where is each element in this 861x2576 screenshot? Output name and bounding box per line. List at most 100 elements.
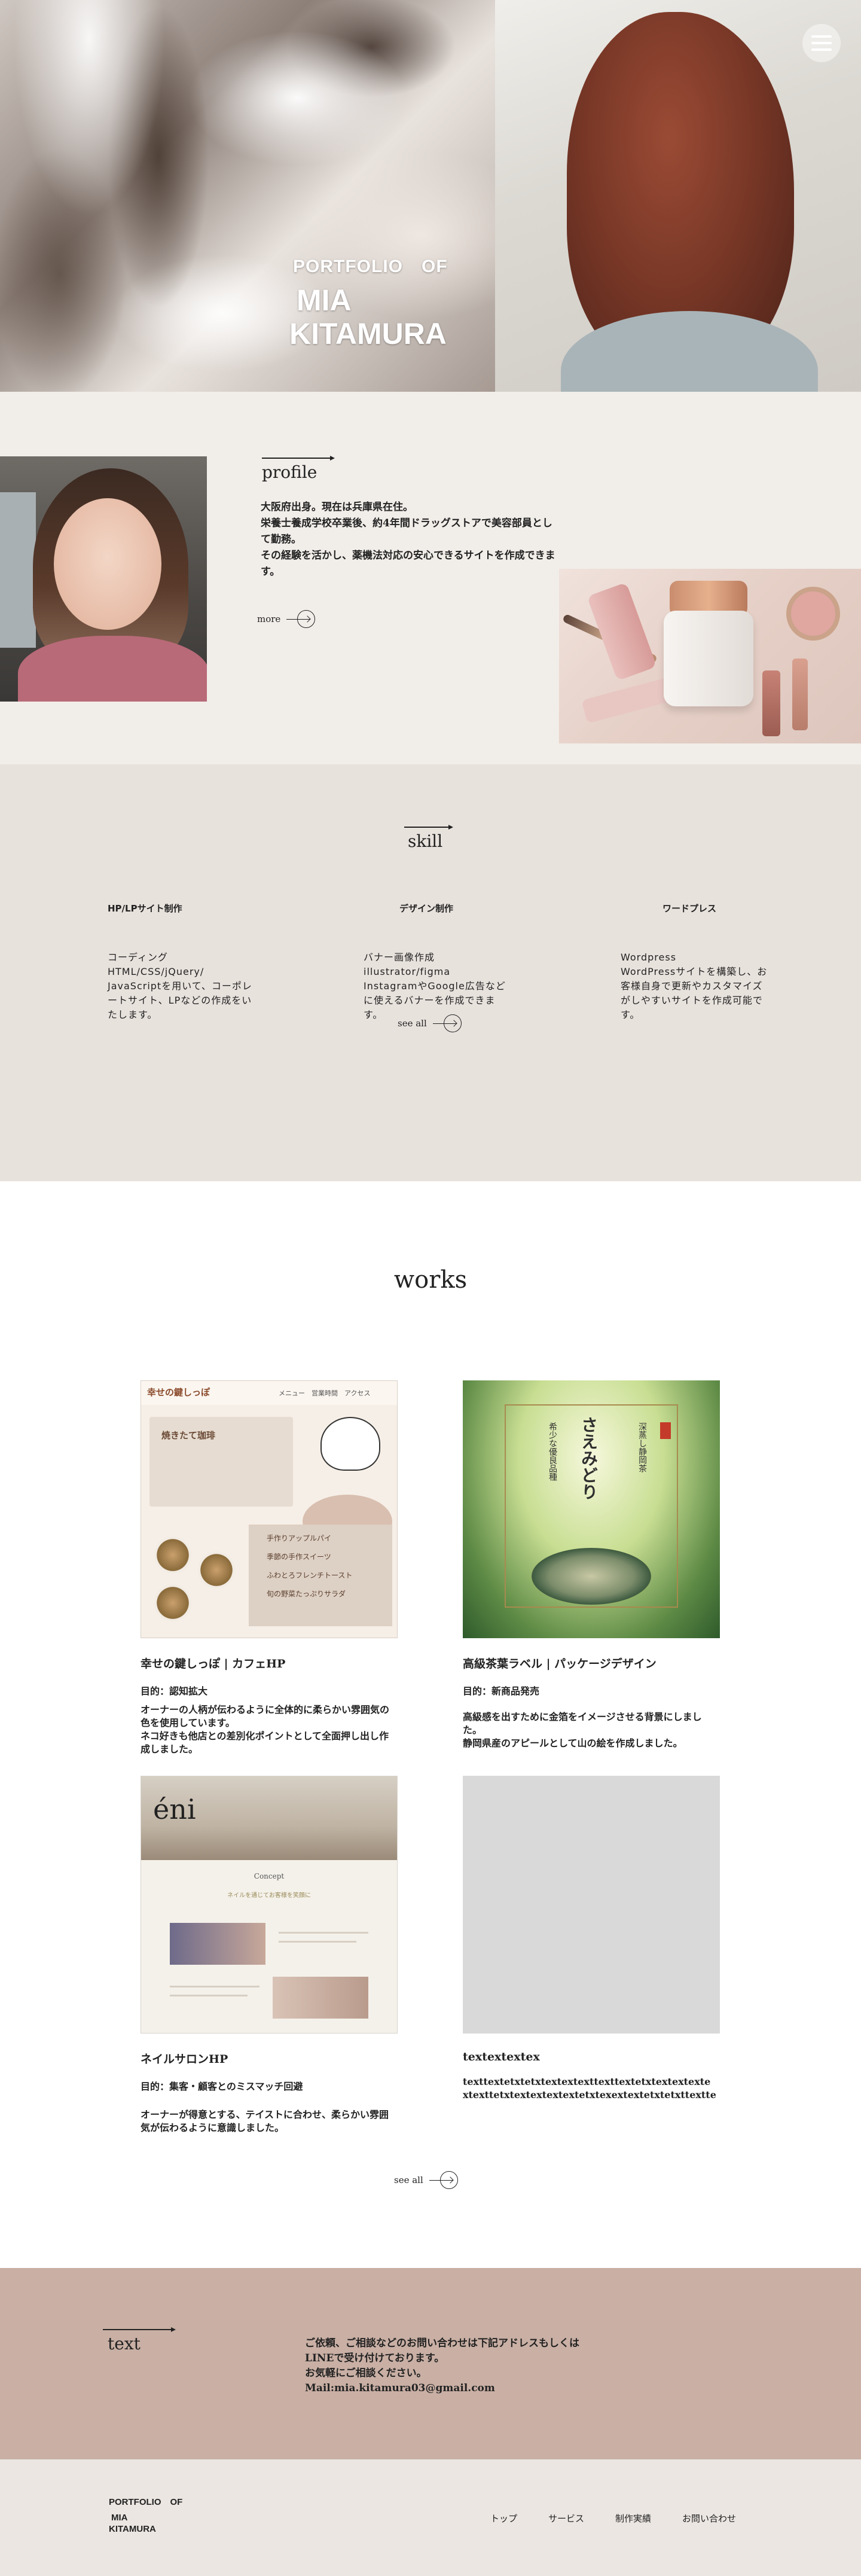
work-purpose: 目的：認知拡大 (141, 1685, 208, 1697)
tube-shape (581, 677, 674, 724)
contact-heading-text: text (108, 2334, 141, 2354)
skill-heading: skill (404, 825, 453, 851)
work-thumbnail-nail[interactable]: éni Concept ネイルを通じてお客様を笑顔に (141, 1776, 398, 2034)
work-description: 高級感を出すために金箔をイメージさせる背景にしました。 静岡県産のアピールとして… (463, 1711, 702, 1749)
tea-left-text: 希少な優良品種 (548, 1422, 557, 1481)
arrow-circle-icon (286, 610, 316, 628)
dish-icon (154, 1537, 191, 1574)
arrow-circle-icon (432, 1014, 462, 1032)
hamburger-icon-bar (811, 42, 832, 44)
footer-logo-line1: PORTFOLIO OF (109, 2497, 183, 2507)
foot-nail-photo (273, 1977, 368, 2019)
lipstick-shape (792, 659, 808, 730)
skill-desc: コーディング HTML/CSS/jQuery/ JavaScriptを用いて、コ… (108, 952, 252, 1020)
work-description: texttextetxtetxtextextexttexttextetxtext… (463, 2076, 716, 2101)
salon-concept: Concept (254, 1872, 285, 1880)
thumb-menu-item: ふわとろフレンチトースト (267, 1571, 353, 1580)
profile-photo (0, 456, 207, 702)
skill-desc: バナー画像作成 illustrator/figma InstagramやGoog… (364, 952, 506, 1020)
thumb-menu-item: 季節の手作スイーツ (267, 1553, 331, 1561)
thumb-logo: 幸せの鍵しっぽ (147, 1387, 210, 1398)
contact-text: ご依頼、ご相談などのお問い合わせは下記アドレスもしくは LINEで受け付けており… (305, 2337, 579, 2394)
profile-more-link[interactable]: more (257, 610, 316, 628)
work-purpose: 目的：集客・顧客とのミスマッチ回避 (141, 2081, 303, 2092)
work-title: 高級茶葉ラベル | パッケージデザイン (463, 1657, 657, 1670)
footer-nav-works[interactable]: 制作実績 (615, 2512, 651, 2525)
works-heading: works (393, 1266, 468, 1294)
hamburger-icon-bar (811, 48, 832, 51)
dish-icon (154, 1584, 191, 1621)
thumb-feature-title: 焼きたて珈琲 (161, 1430, 216, 1441)
hero-title-line2: MIA (297, 283, 352, 317)
profile-heading: profile (262, 456, 335, 482)
lipstick-shape (762, 670, 780, 736)
nail-photo (170, 1923, 265, 1965)
footer-nav-top[interactable]: トップ (490, 2512, 517, 2525)
hero-section: PORTFOLIO OF MIA KITAMURA (0, 0, 861, 392)
skill-see-all-link[interactable]: see all (398, 1014, 462, 1032)
tea-right-text: 深蒸し静岡茶 (637, 1422, 647, 1473)
work-description: オーナーの人柄が伝わるように全体的に柔らかい雰囲気の色を使用しています。 ネコ好… (141, 1704, 390, 1755)
work-purpose: 目的：新商品発売 (463, 1685, 540, 1697)
contact-heading: text (103, 2327, 176, 2354)
arrow-circle-icon (429, 2171, 458, 2189)
skill-item: HP/LPサイト制作 コーディング HTML/CSS/jQuery/ JavaS… (108, 902, 257, 1022)
footer-nav-service[interactable]: サービス (548, 2512, 584, 2525)
car-window-shape (0, 492, 36, 648)
skill-item: ワードプレス Wordpress WordPressサイトを構築し、お客様自身で… (621, 902, 770, 1022)
work-card[interactable]: 幸せの鍵しっぽ メニュー 営業時間 アクセス 焼きたて珈琲 手作りアップルパイ … (141, 1380, 398, 1756)
see-all-label: see all (398, 1018, 427, 1029)
footer-logo-line2: MIA (111, 2513, 128, 2523)
works-section: works 幸せの鍵しっぽ メニュー 営業時間 アクセス 焼きたて珈琲 手作りア… (0, 1181, 861, 2268)
profile-description-text: 大阪府出身。現在は兵庫県在住。 栄養士養成学校卒業後、約4年間ドラッグストアで美… (261, 501, 555, 578)
tea-name: さえみどり (579, 1416, 599, 1500)
blush-pan-shape (786, 587, 840, 641)
skill-item: デザイン制作 バナー画像作成 illustrator/figma Instagr… (364, 902, 513, 1022)
salon-subtitle: ネイルを通じてお客様を笑顔に (227, 1892, 311, 1899)
profile-section: profile 大阪府出身。現在は兵庫県在住。 栄養士養成学校卒業後、約4年間ド… (0, 392, 861, 764)
profile-face-shape (54, 498, 161, 630)
hamburger-icon (811, 35, 832, 38)
skill-heading-text: skill (408, 831, 443, 851)
hero-title: PORTFOLIO OF MIA KITAMURA (289, 251, 448, 350)
work-thumbnail-placeholder[interactable] (463, 1776, 720, 2034)
work-card[interactable]: éni Concept ネイルを通じてお客様を笑顔に ネイルサロンHP 目的：集… (141, 1776, 398, 2135)
work-card[interactable]: 希少な優良品種 さえみどり 深蒸し静岡茶 高級茶葉ラベル | パッケージデザイン… (463, 1380, 720, 1750)
text-line (279, 1932, 368, 1934)
text-line (170, 1995, 248, 1996)
skill-desc: Wordpress WordPressサイトを構築し、お客様自身で更新やカスタマ… (621, 952, 768, 1020)
salon-brand: éni (153, 1793, 196, 1825)
works-see-all-link[interactable]: see all (394, 2171, 458, 2189)
tea-origin-badge (660, 1422, 671, 1439)
skill-title: HP/LPサイト制作 (108, 903, 182, 914)
footer-logo[interactable]: PORTFOLIO OF MIA KITAMURA (109, 2495, 182, 2534)
contact-section: text ご依頼、ご相談などのお問い合わせは下記アドレスもしくは LINEで受け… (0, 2268, 861, 2459)
profile-heading-text: profile (262, 462, 317, 482)
profile-description: 大阪府出身。現在は兵庫県在住。 栄養士養成学校卒業後、約4年間ドラッグストアで美… (261, 499, 560, 580)
footer: PORTFOLIO OF MIA KITAMURA トップ サービス 制作実績 … (0, 2459, 861, 2576)
hero-title-line3: KITAMURA (289, 317, 447, 350)
work-title: textextextex (463, 2050, 540, 2063)
work-thumbnail-tea[interactable]: 希少な優良品種 さえみどり 深蒸し静岡茶 (463, 1380, 720, 1638)
hero-title-line1: PORTFOLIO OF (293, 257, 448, 276)
skill-section: skill HP/LPサイト制作 コーディング HTML/CSS/jQuery/… (0, 764, 861, 1181)
skill-title: ワードプレス (662, 903, 717, 914)
see-all-label: see all (394, 2175, 423, 2185)
work-title: ネイルサロンHP (141, 2053, 228, 2066)
work-description: オーナーが得意とする、テイストに合わせ、柔らかい雰囲気が伝わるように意識しました… (141, 2109, 389, 2133)
thumb-menu-item: 旬の野菜たっぷりサラダ (267, 1590, 346, 1598)
cat-illustration-icon (320, 1417, 380, 1471)
hamburger-menu-button[interactable] (802, 24, 841, 62)
jar-shape (664, 611, 753, 706)
text-line (170, 1986, 259, 1987)
heading-arrow-line (262, 456, 335, 461)
work-title: 幸せの鍵しっぽ | カフェHP (141, 1657, 286, 1670)
thumb-nav: メニュー 営業時間 アクセス (279, 1389, 371, 1397)
heading-arrow-line (103, 2327, 176, 2332)
footer-nav-contact[interactable]: お問い合わせ (682, 2512, 736, 2525)
tea-plate-shape (532, 1548, 651, 1605)
work-thumbnail-cafe[interactable]: 幸せの鍵しっぽ メニュー 営業時間 アクセス 焼きたて珈琲 手作りアップルパイ … (141, 1380, 398, 1638)
work-card[interactable]: textextextex texttextetxtetxtextextextte… (463, 1776, 720, 2102)
cosmetics-image (559, 569, 861, 743)
text-line (279, 1941, 356, 1943)
